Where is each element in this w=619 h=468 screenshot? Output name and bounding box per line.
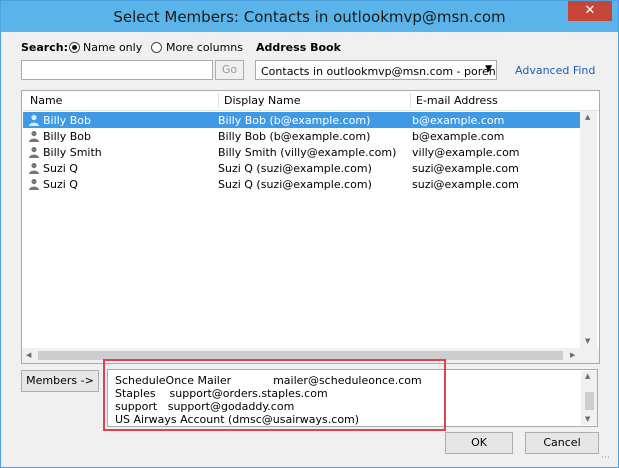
person-icon <box>29 114 39 126</box>
person-icon <box>29 178 39 190</box>
column-header-name[interactable]: Name <box>30 94 62 107</box>
row-display-name: Billy Bob (b@example.com) <box>218 114 371 127</box>
column-divider <box>410 93 411 108</box>
address-book-dropdown[interactable]: Contacts in outlookmvp@msn.com - poren ▼ <box>255 60 497 80</box>
close-button[interactable]: ✕ <box>568 1 612 21</box>
window-title: Select Members: Contacts in outlookmvp@m… <box>113 8 506 26</box>
row-name: Billy Bob <box>43 130 91 143</box>
more-columns-label[interactable]: More columns <box>166 41 243 54</box>
chevron-down-icon: ▼ <box>485 64 492 74</box>
table-row[interactable]: Billy Bob Billy Bob (b@example.com) b@exam… <box>23 112 580 128</box>
table-row[interactable]: Suzi Q Suzi Q (suzi@example.com) suzi@exam… <box>23 176 580 192</box>
scroll-up-icon[interactable]: ▲ <box>585 113 590 121</box>
row-display-name: Suzi Q (suzi@example.com) <box>218 162 372 175</box>
search-label: Search: <box>21 41 68 54</box>
vertical-scrollbar[interactable]: ▲ ▼ <box>580 111 597 348</box>
row-display-name: Suzi Q (suzi@example.com) <box>218 178 372 191</box>
list-header: Name Display Name E-mail Address <box>22 91 599 111</box>
name-only-label[interactable]: Name only <box>83 41 142 54</box>
row-email: suzi@example.com <box>412 178 519 191</box>
contact-list[interactable]: Name Display Name E-mail Address Billy B… <box>21 90 600 364</box>
close-icon: ✕ <box>584 3 596 18</box>
members-scrollbar[interactable]: ▲ ▼ <box>581 371 597 425</box>
select-members-dialog: Select Members: Contacts in outlookmvp@m… <box>0 0 619 468</box>
row-name: Suzi Q <box>43 178 78 191</box>
scroll-left-icon[interactable]: ◀ <box>26 351 31 359</box>
go-button[interactable]: Go <box>215 60 244 80</box>
table-row[interactable]: Suzi Q Suzi Q (suzi@example.com) suzi@exam… <box>23 160 580 176</box>
person-icon <box>29 162 39 174</box>
row-display-name: Billy Smith (villy@example.com) <box>218 146 397 159</box>
row-name: Billy Bob <box>43 114 91 127</box>
row-email: b@example.com <box>412 114 505 127</box>
column-header-email[interactable]: E-mail Address <box>416 94 498 107</box>
address-book-label: Address Book <box>256 41 341 54</box>
column-divider <box>218 93 219 108</box>
advanced-find-link[interactable]: Advanced Find <box>515 64 595 77</box>
scroll-down-icon[interactable]: ▼ <box>585 337 590 345</box>
table-row[interactable]: Billy Smith Billy Smith (villy@example.co… <box>23 144 580 160</box>
scroll-up-icon[interactable]: ▲ <box>585 372 590 380</box>
person-icon <box>29 146 39 158</box>
search-input[interactable] <box>21 60 213 80</box>
row-name: Suzi Q <box>43 162 78 175</box>
row-email: villy@example.com <box>412 146 520 159</box>
scroll-right-icon[interactable]: ▶ <box>570 351 575 359</box>
row-email: suzi@example.com <box>412 162 519 175</box>
row-name: Billy Smith <box>43 146 102 159</box>
row-email: b@example.com <box>412 130 505 143</box>
members-button[interactable]: Members -> <box>21 370 99 392</box>
name-only-radio[interactable] <box>69 42 80 53</box>
title-bar[interactable]: Select Members: Contacts in outlookmvp@m… <box>1 1 618 32</box>
ok-button[interactable]: OK <box>445 432 513 454</box>
person-icon <box>29 130 39 142</box>
cancel-button[interactable]: Cancel <box>525 432 599 454</box>
column-header-display-name[interactable]: Display Name <box>224 94 301 107</box>
resize-grip-icon[interactable]: ⋯ <box>601 453 610 463</box>
members-scroll-thumb[interactable] <box>585 392 594 410</box>
more-columns-radio[interactable] <box>151 42 162 53</box>
highlight-annotation <box>103 359 446 431</box>
scroll-down-icon[interactable]: ▼ <box>585 415 590 423</box>
row-display-name: Billy Bob (b@example.com) <box>218 130 371 143</box>
address-book-value: Contacts in outlookmvp@msn.com - poren <box>261 65 496 78</box>
table-row[interactable]: Billy Bob Billy Bob (b@example.com) b@exam… <box>23 128 580 144</box>
